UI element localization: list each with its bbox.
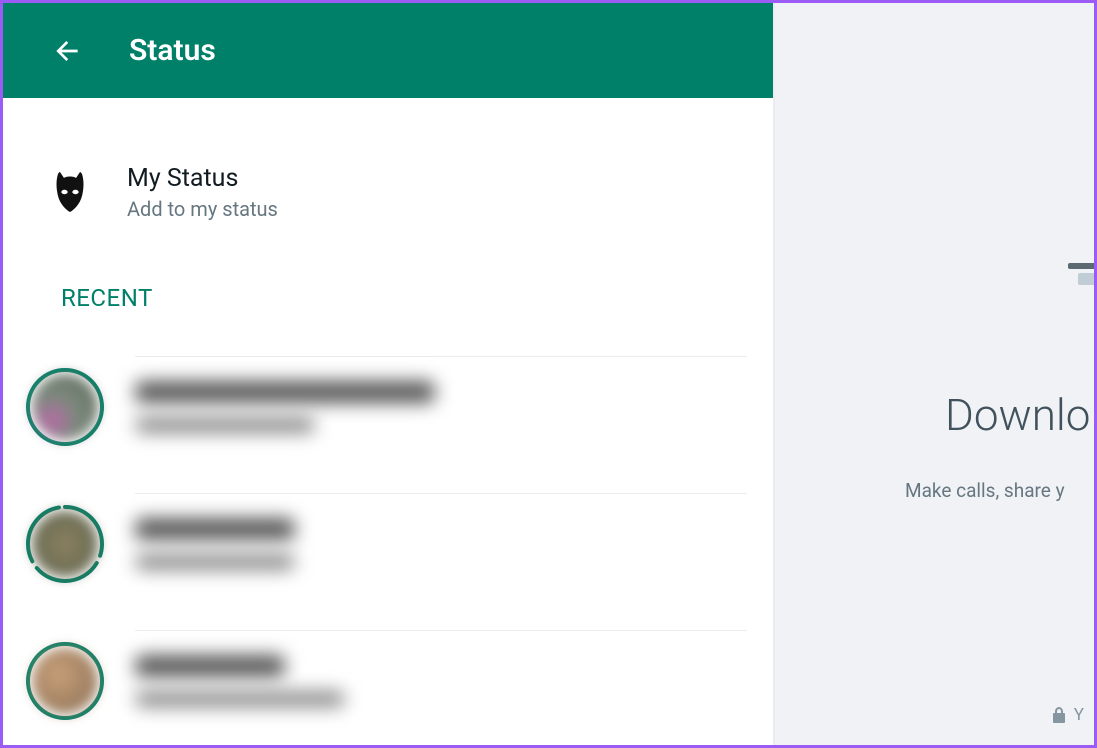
contact-avatar xyxy=(32,648,98,714)
status-item[interactable] xyxy=(3,612,773,745)
status-texts xyxy=(135,493,747,594)
app-viewport: Status My Status Add to my status RECENT xyxy=(0,0,1097,748)
my-status-subtitle: Add to my status xyxy=(127,197,278,221)
arrow-left-icon xyxy=(51,35,83,67)
status-ring xyxy=(25,641,105,721)
status-time-redacted xyxy=(135,417,315,433)
laptop-art-fragment xyxy=(1058,263,1094,303)
contact-name-redacted xyxy=(135,381,435,403)
status-header: Status xyxy=(3,3,773,98)
my-status-avatar xyxy=(45,167,95,217)
status-time-redacted xyxy=(135,554,295,570)
right-panel-footer: Y xyxy=(1052,705,1084,725)
back-button[interactable] xyxy=(49,33,85,69)
status-time-redacted xyxy=(135,691,345,707)
right-panel-title: Downlo xyxy=(945,389,1090,441)
my-status-row[interactable]: My Status Add to my status xyxy=(3,154,773,230)
status-panel: Status My Status Add to my status RECENT xyxy=(3,3,773,745)
status-list xyxy=(3,338,773,745)
contact-avatar xyxy=(32,511,98,577)
right-panel-footer-text: Y xyxy=(1074,705,1084,725)
contact-name-redacted xyxy=(135,655,285,677)
status-item[interactable] xyxy=(3,338,773,475)
status-content: My Status Add to my status RECENT xyxy=(3,98,773,745)
status-texts xyxy=(135,356,747,457)
status-texts xyxy=(135,630,747,731)
status-ring xyxy=(25,504,105,584)
contact-avatar xyxy=(32,374,98,440)
status-ring xyxy=(25,367,105,447)
contact-name-redacted xyxy=(135,518,295,540)
header-title: Status xyxy=(129,33,216,68)
my-status-title: My Status xyxy=(127,164,278,193)
recent-section-label: RECENT xyxy=(3,230,773,338)
lock-icon xyxy=(1052,707,1066,723)
right-empty-panel: Downlo Make calls, share y Y xyxy=(773,3,1094,745)
right-panel-subtitle: Make calls, share y xyxy=(905,479,1065,502)
status-item[interactable] xyxy=(3,475,773,612)
my-status-texts: My Status Add to my status xyxy=(127,164,278,221)
batman-mask-icon xyxy=(54,172,86,212)
